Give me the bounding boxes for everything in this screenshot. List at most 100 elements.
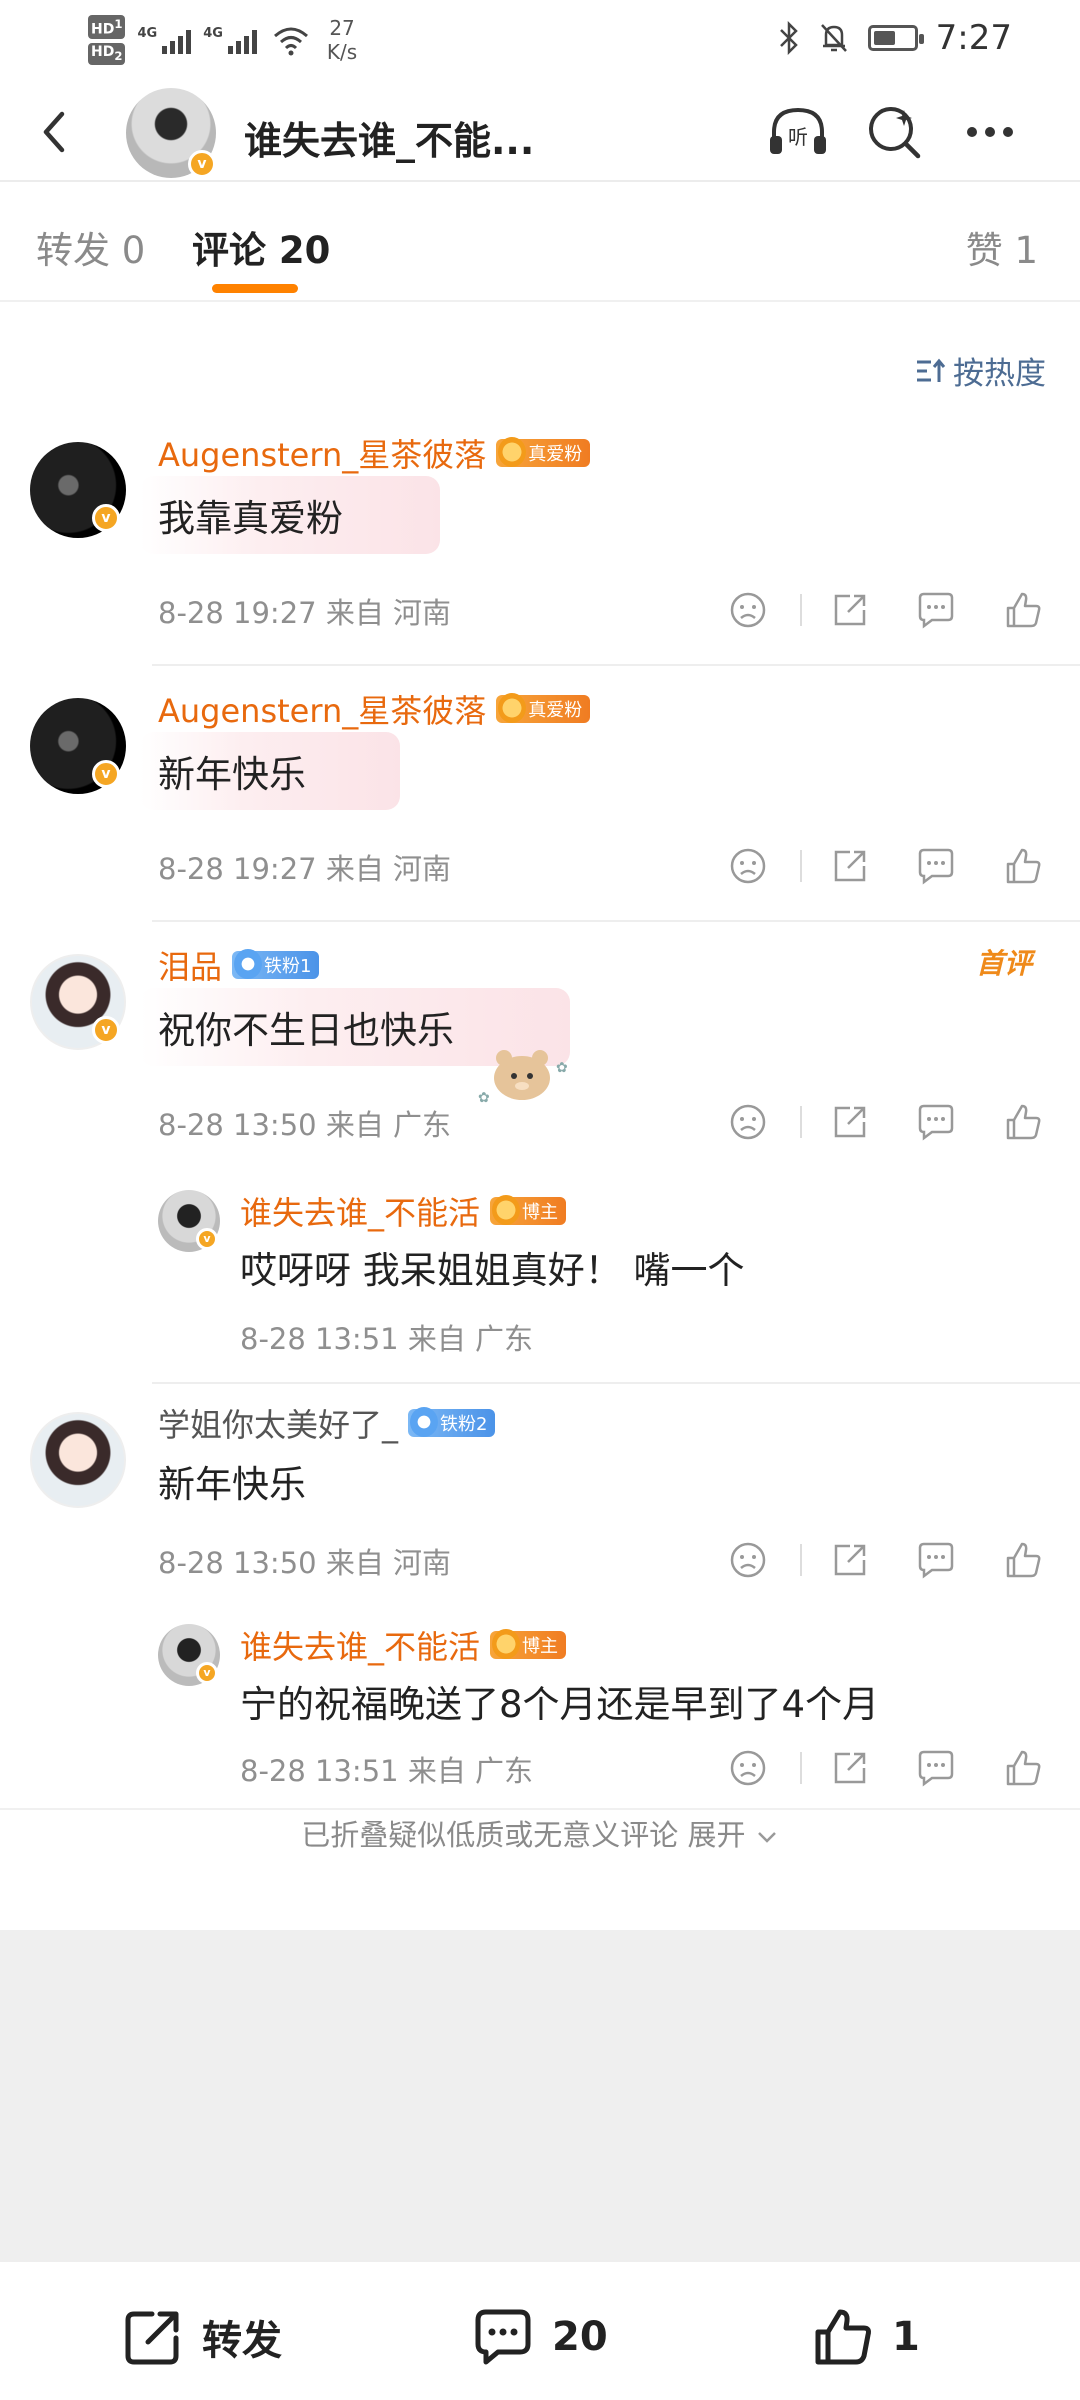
signal-icon: 4G bbox=[137, 26, 192, 54]
back-icon[interactable] bbox=[32, 102, 82, 162]
like-icon[interactable] bbox=[1000, 588, 1044, 632]
page-title[interactable]: 谁失去谁_不能... bbox=[244, 110, 534, 165]
listen-label: 听 bbox=[788, 125, 808, 149]
status-left: HD1 HD2 4G 4G 27 K/s bbox=[88, 10, 357, 70]
divider bbox=[800, 850, 802, 882]
comment-count: 20 bbox=[552, 2314, 608, 2360]
bear-sticker-icon: ✿ ✿ bbox=[478, 1050, 568, 1106]
comment-actions bbox=[726, 1100, 1044, 1144]
like-icon[interactable] bbox=[1000, 1538, 1044, 1582]
comment-meta: 8-28 13:50 来自 河南 bbox=[158, 1546, 452, 1580]
reply-name[interactable]: 谁失去谁_不能活 博主 bbox=[240, 1622, 567, 1668]
reply-icon[interactable] bbox=[914, 1100, 958, 1144]
like-icon[interactable] bbox=[1000, 1746, 1044, 1790]
expand-folded-comments[interactable]: 已折叠疑似低质或无意义评论 展开 bbox=[0, 1812, 1080, 1854]
empty-area bbox=[0, 1930, 1080, 2260]
blogger-badge[interactable]: 博主 bbox=[490, 1195, 567, 1225]
comment-text: 我靠真爱粉 bbox=[140, 476, 440, 554]
tab-repost[interactable]: 转发 0 bbox=[36, 220, 145, 274]
verified-badge-icon: v bbox=[196, 1662, 218, 1684]
divider bbox=[800, 594, 802, 626]
battery-fill bbox=[873, 31, 895, 45]
tab-bar: 转发 0 评论 20 赞 1 bbox=[0, 184, 1080, 302]
like-icon[interactable] bbox=[1000, 844, 1044, 888]
commenter-avatar[interactable] bbox=[30, 1412, 126, 1508]
commenter-name[interactable]: 学姐你太美好了_ 铁粉2 bbox=[158, 1400, 496, 1446]
reply-icon[interactable] bbox=[914, 1746, 958, 1790]
sort-label: 按热度 bbox=[953, 356, 1046, 392]
mute-icon bbox=[820, 24, 847, 52]
divider bbox=[800, 1106, 802, 1138]
wifi-icon bbox=[273, 27, 308, 56]
reply-actions bbox=[726, 1746, 1044, 1790]
search-icon[interactable] bbox=[862, 100, 926, 164]
sort-button[interactable]: 按热度 bbox=[915, 348, 1046, 393]
listen-icon[interactable]: 听 bbox=[766, 100, 830, 164]
battery-icon bbox=[867, 25, 924, 51]
reply-icon[interactable] bbox=[914, 588, 958, 632]
tab-active-indicator bbox=[212, 284, 298, 293]
comment-actions bbox=[726, 588, 1044, 632]
share-icon[interactable] bbox=[828, 1538, 872, 1582]
comment-meta: 8-28 19:27 来自 河南 bbox=[158, 852, 452, 886]
network-speed: 27 K/s bbox=[326, 16, 358, 64]
dislike-face-icon[interactable] bbox=[726, 588, 770, 632]
comment-meta: 8-28 13:50 来自 广东 bbox=[158, 1108, 452, 1142]
verified-badge-icon: v bbox=[92, 504, 120, 532]
blogger-badge[interactable]: 博主 bbox=[490, 1629, 567, 1659]
comment-text: 新年快乐 bbox=[140, 732, 400, 810]
divider bbox=[800, 1752, 802, 1784]
status-bar: HD1 HD2 4G 4G 27 K/s 7:27 bbox=[0, 0, 1080, 78]
signal-icon: 4G bbox=[203, 26, 257, 54]
verified-badge-icon: v bbox=[196, 1228, 218, 1250]
fan-badge[interactable]: 真爱粉 bbox=[496, 693, 591, 723]
comment-divider bbox=[152, 1382, 1080, 1384]
share-icon[interactable] bbox=[828, 844, 872, 888]
commenter-name[interactable]: Augenstern_星茶彼落 真爱粉 bbox=[158, 430, 591, 476]
tab-likes[interactable]: 赞 1 bbox=[966, 220, 1038, 274]
dislike-face-icon[interactable] bbox=[726, 1538, 770, 1582]
tab-comments[interactable]: 评论 20 bbox=[192, 220, 330, 274]
verified-badge-icon: v bbox=[92, 1016, 120, 1044]
sort-icon bbox=[917, 358, 946, 382]
verified-badge-icon: v bbox=[188, 150, 216, 178]
dislike-face-icon[interactable] bbox=[726, 1746, 770, 1790]
reply-icon[interactable] bbox=[914, 844, 958, 888]
dislike-face-icon[interactable] bbox=[726, 844, 770, 888]
repost-button[interactable]: 转发 bbox=[120, 2304, 282, 2370]
reply-text: 宁的祝福晚送了8个月还是早到了4个月 bbox=[240, 1683, 880, 1726]
hd1-icon: HD1 bbox=[88, 15, 126, 39]
status-time: 7:27 bbox=[935, 18, 1012, 58]
like-count: 1 bbox=[892, 2314, 920, 2360]
fan-badge[interactable]: 铁粉2 bbox=[408, 1407, 496, 1437]
bluetooth-icon bbox=[779, 21, 798, 55]
fan-badge[interactable]: 真爱粉 bbox=[496, 437, 591, 467]
commenter-name[interactable]: Augenstern_星茶彼落 真爱粉 bbox=[158, 686, 591, 732]
like-button[interactable]: 1 bbox=[810, 2304, 920, 2370]
dislike-face-icon[interactable] bbox=[726, 1100, 770, 1144]
more-icon[interactable] bbox=[958, 100, 1022, 164]
commenter-name[interactable]: 泪品 铁粉1 bbox=[158, 942, 320, 988]
reply-icon[interactable] bbox=[914, 1538, 958, 1582]
reply-text: 哎呀呀 我呆姐姐真好！ 嘴一个 bbox=[240, 1249, 745, 1292]
comment-icon bbox=[475, 2309, 531, 2365]
weibo-comments-page: HD1 HD2 4G 4G 27 K/s 7:27 v 谁失去谁_不能... 听… bbox=[0, 0, 1080, 2400]
share-icon[interactable] bbox=[828, 1100, 872, 1144]
comment-button[interactable]: 20 bbox=[470, 2304, 608, 2370]
like-icon bbox=[815, 2309, 871, 2365]
reply-name[interactable]: 谁失去谁_不能活 博主 bbox=[240, 1188, 567, 1234]
share-icon[interactable] bbox=[828, 588, 872, 632]
reply-meta: 8-28 13:51 来自 广东 bbox=[240, 1754, 534, 1788]
svg-text:✿: ✿ bbox=[478, 1090, 490, 1106]
repost-icon bbox=[125, 2311, 179, 2365]
comment-text: 新年快乐 bbox=[158, 1463, 306, 1506]
fan-badge[interactable]: 铁粉1 bbox=[232, 949, 320, 979]
hd2-icon: HD2 bbox=[88, 42, 126, 65]
divider bbox=[800, 1544, 802, 1576]
comment-divider bbox=[152, 664, 1080, 666]
repost-label: 转发 bbox=[202, 2318, 282, 2364]
share-icon[interactable] bbox=[828, 1746, 872, 1790]
like-icon[interactable] bbox=[1000, 1100, 1044, 1144]
first-comment-tag: 首评 bbox=[975, 947, 1032, 980]
chevron-down-icon bbox=[757, 1832, 776, 1843]
